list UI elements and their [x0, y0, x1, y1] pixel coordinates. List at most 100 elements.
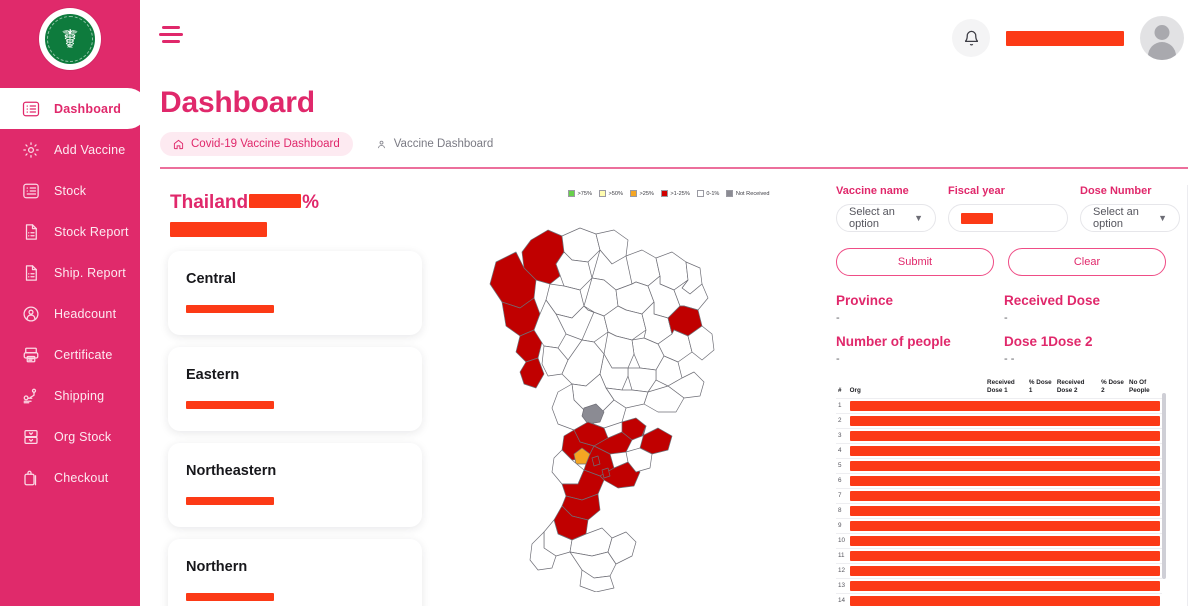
legend-label: >1-25%: [670, 190, 690, 197]
document-icon: [22, 223, 40, 241]
legend-label: Not Received: [735, 190, 770, 197]
legend-swatch: [568, 190, 575, 197]
table-row[interactable]: 12: [836, 562, 1162, 579]
table-header-received-dose-1: Received Dose 1: [987, 379, 1015, 394]
region-name: Central: [186, 271, 236, 287]
clear-button[interactable]: Clear: [1008, 248, 1166, 276]
sidebar-item-label: Headcount: [54, 306, 117, 321]
headcount-icon: [22, 305, 40, 323]
table-cell-index: 5: [836, 457, 848, 474]
sidebar-item-label: Checkout: [54, 470, 109, 485]
dose-number-field: Dose Number Select an option ▼: [1080, 185, 1180, 232]
fiscal-year-input[interactable]: [948, 204, 1068, 232]
table-cell-index: 6: [836, 472, 848, 489]
legend-label: 0-1%: [706, 190, 720, 197]
country-subtotal-redacted: [170, 222, 267, 238]
dashboard-page: ☤ Dashboard Add Vaccine Stock Stock Report S…: [0, 0, 1200, 606]
sidebar-item-org-stock[interactable]: Org Stock: [0, 416, 140, 457]
stock-icon: [22, 182, 40, 200]
sidebar-item-stock-report[interactable]: Stock Report: [0, 211, 140, 252]
stat-value-dose-1dose-2: - -: [1004, 353, 1015, 365]
table-header-no-of-people: No Of People: [1129, 379, 1150, 394]
legend-swatch: [726, 190, 734, 197]
region-card-northern[interactable]: Northern: [168, 539, 422, 606]
dose-number-select[interactable]: Select an option ▼: [1080, 204, 1180, 232]
table-row-redacted: [847, 457, 1162, 474]
table-cell-index: 14: [836, 592, 848, 606]
table-cell-index: 10: [836, 532, 848, 549]
legend-label: >25%: [639, 190, 654, 197]
fiscal-year-field: Fiscal year: [948, 185, 1068, 232]
sidebar-item-label: Add Vaccine: [54, 142, 126, 157]
region-card-central[interactable]: Central: [168, 251, 422, 335]
region-name: Eastern: [186, 367, 240, 383]
sidebar-item-label: Stock: [54, 183, 87, 198]
table-header-dose-2: % Dose 2: [1101, 379, 1124, 394]
table-row[interactable]: 6: [836, 472, 1162, 489]
filter-and-table-panel: Vaccine name Select an option ▼ Fiscal y…: [836, 185, 1188, 606]
region-value: [186, 492, 422, 510]
thailand-map[interactable]: [476, 222, 726, 592]
table-row[interactable]: 14: [836, 592, 1162, 606]
breadcrumb-item-covid19-vaccine-dashboard[interactable]: Covid-19 Vaccine Dashboard: [160, 132, 353, 156]
avatar[interactable]: [1140, 16, 1184, 60]
table-row-redacted: [847, 442, 1162, 459]
sidebar-item-ship-report[interactable]: Ship. Report: [0, 252, 140, 293]
table-header-row: # Org Received Dose 1 % Dose 1 Received Dose…: [836, 379, 1162, 398]
table-row[interactable]: 5: [836, 457, 1162, 474]
stat-value-number-of-people: -: [836, 353, 840, 365]
sidebar-item-certificate[interactable]: Certificate: [0, 334, 140, 375]
table-row[interactable]: 10: [836, 532, 1162, 549]
sidebar-item-label: Org Stock: [54, 429, 112, 444]
sidebar-item-shipping[interactable]: Shipping: [0, 375, 140, 416]
sidebar-item-add-vaccine[interactable]: Add Vaccine: [0, 129, 140, 170]
dose-number-value: Select an option: [1093, 206, 1139, 230]
table-row[interactable]: 1: [836, 397, 1162, 414]
table-row-redacted: [847, 517, 1162, 534]
table-cell-index: 13: [836, 577, 848, 594]
table-row[interactable]: 11: [836, 547, 1162, 564]
header-divider: [160, 167, 1188, 169]
region-card-northeastern[interactable]: Northeastern: [168, 443, 422, 527]
chevron-down-icon: ▼: [914, 213, 923, 223]
sidebar-item-headcount[interactable]: Headcount: [0, 293, 140, 334]
sidebar-item-checkout[interactable]: Checkout: [0, 457, 140, 498]
table-row[interactable]: 4: [836, 442, 1162, 459]
home-icon: [173, 139, 184, 149]
table-cell-index: 1: [836, 397, 848, 414]
vaccine-name-select[interactable]: Select an option ▼: [836, 204, 936, 232]
page-title: Dashboard: [160, 86, 315, 119]
hamburger-icon[interactable]: [159, 26, 183, 46]
region-value-redacted: [186, 400, 274, 409]
topbar: [140, 0, 1200, 76]
legend-item--75-: >75%: [568, 190, 592, 197]
org-table-wrap: # Org Received Dose 1 % Dose 1 Received Dose…: [836, 379, 1174, 606]
legend-swatch: [598, 190, 606, 197]
table-scrollbar[interactable]: [1162, 393, 1166, 579]
legend-item--1-25-: >1-25%: [660, 190, 690, 197]
notification-bell-button[interactable]: [952, 19, 990, 57]
table-row[interactable]: 2: [836, 412, 1162, 429]
table-cell-index: 11: [836, 547, 848, 564]
region-card-eastern[interactable]: Eastern: [168, 347, 422, 431]
dashboard-icon: [22, 100, 40, 118]
legend-item-not-received: Not Received: [726, 190, 770, 197]
legend-swatch: [696, 190, 704, 197]
percent-sign: %: [302, 192, 320, 213]
sidebar-item-dashboard[interactable]: Dashboard: [0, 88, 148, 129]
region-value: [186, 300, 422, 318]
breadcrumb-item-vaccine-dashboard[interactable]: Vaccine Dashboard: [363, 132, 507, 156]
page-header: Dashboard Covid-19 Vaccine Dashboard Vac…: [160, 86, 1190, 156]
table-row[interactable]: 7: [836, 487, 1162, 504]
region-summary-column: Thailand % Central Eastern Northeastern Nor…: [160, 180, 430, 606]
table-row[interactable]: 3: [836, 427, 1162, 444]
sidebar-item-stock[interactable]: Stock: [0, 170, 140, 211]
table-row[interactable]: 8: [836, 502, 1162, 519]
table-row[interactable]: 13: [836, 577, 1162, 594]
gear-icon: [22, 141, 40, 159]
app-logo[interactable]: ☤: [0, 0, 140, 78]
sidebar-nav: Dashboard Add Vaccine Stock Stock Report Shi…: [0, 88, 148, 498]
submit-button[interactable]: Submit: [836, 248, 994, 276]
filter-fields: Vaccine name Select an option ▼ Fiscal y…: [836, 185, 1188, 232]
table-row[interactable]: 9: [836, 517, 1162, 534]
